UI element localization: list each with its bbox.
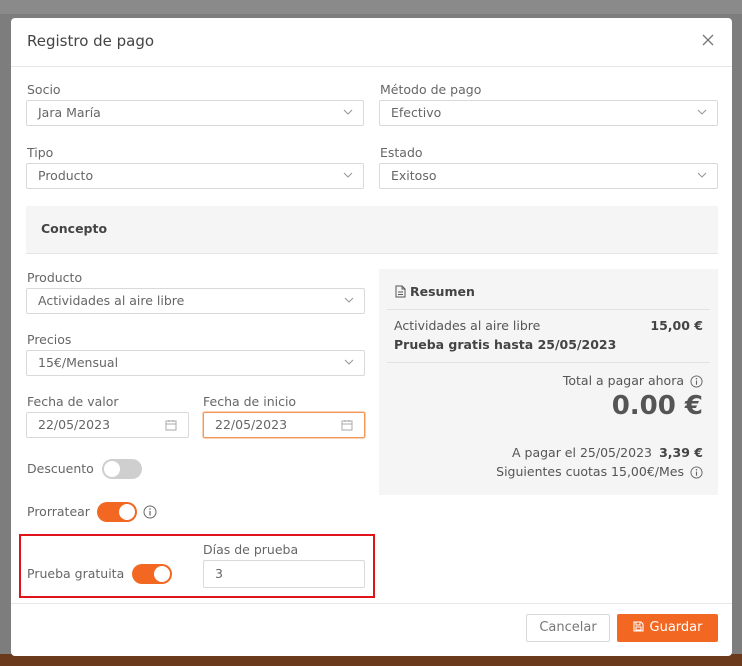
dias-prueba-value: 3 (215, 566, 223, 581)
producto-value: Actividades al aire libre (38, 293, 185, 308)
info-icon[interactable] (690, 466, 703, 479)
fecha-inicio-input[interactable]: 22/05/2023 (203, 412, 365, 438)
prorratear-label: Prorratear (27, 504, 90, 519)
precios-label: Precios (27, 332, 72, 347)
socio-label: Socio (27, 82, 61, 97)
background-toolbar (0, 0, 742, 14)
fecha-valor-value: 22/05/2023 (38, 417, 111, 432)
resumen-title: Resumen (410, 284, 475, 299)
prueba-label: Prueba gratuita (27, 566, 125, 581)
metodo-select[interactable]: Efectivo (379, 100, 718, 126)
fecha-inicio-value: 22/05/2023 (215, 417, 288, 432)
resumen-panel: Resumen Actividades al aire libre 15,00 … (379, 269, 718, 495)
next-fees: Siguientes cuotas 15,00€/Mes (496, 464, 684, 479)
fecha-valor-label: Fecha de valor (27, 394, 119, 409)
toggle-knob (104, 461, 120, 477)
modal-header: Registro de pago (11, 18, 732, 67)
chevron-down-icon (344, 297, 354, 303)
chevron-down-icon (344, 359, 354, 365)
estado-select[interactable]: Exitoso (379, 163, 718, 189)
socio-select[interactable]: Jara María (26, 100, 364, 126)
payment-modal: Registro de pago Socio Jara María Método… (11, 18, 732, 656)
calendar-icon (165, 420, 177, 431)
precios-select[interactable]: 15€/Mensual (26, 350, 365, 376)
cancel-button[interactable]: Cancelar (526, 614, 610, 642)
chevron-down-icon (343, 172, 353, 178)
socio-value: Jara María (38, 105, 101, 120)
divider (387, 309, 710, 310)
divider (387, 362, 710, 363)
pay-date-label: A pagar el 25/05/2023 (511, 445, 652, 460)
save-label: Guardar (649, 620, 703, 635)
resumen-item-price: 15,00 € (650, 318, 703, 333)
total-label: Total a pagar ahora (562, 373, 684, 388)
estado-label: Estado (380, 145, 423, 160)
producto-select[interactable]: Actividades al aire libre (26, 288, 365, 314)
close-icon[interactable] (700, 32, 716, 48)
estado-value: Exitoso (391, 168, 437, 183)
dias-prueba-label: Días de prueba (203, 542, 299, 557)
chevron-down-icon (343, 109, 353, 115)
chevron-down-icon (697, 172, 707, 178)
pay-date-value: 3,39 € (659, 445, 703, 460)
tipo-value: Producto (38, 168, 94, 183)
dias-prueba-input[interactable]: 3 (203, 560, 365, 588)
document-icon (395, 285, 406, 298)
fecha-inicio-label: Fecha de inicio (203, 394, 297, 409)
calendar-icon (341, 420, 353, 431)
total-value: 0.00 € (611, 391, 703, 421)
tipo-select[interactable]: Producto (26, 163, 364, 189)
producto-label: Producto (27, 270, 83, 285)
save-button[interactable]: Guardar (617, 614, 718, 642)
descuento-label: Descuento (27, 461, 94, 476)
fecha-valor-input[interactable]: 22/05/2023 (26, 412, 189, 438)
concepto-title: Concepto (41, 221, 108, 236)
prueba-toggle[interactable] (132, 564, 172, 584)
info-icon[interactable] (143, 505, 157, 519)
save-icon (632, 620, 644, 632)
descuento-toggle[interactable] (102, 459, 142, 479)
modal-title: Registro de pago (27, 32, 155, 50)
precios-value: 15€/Mensual (38, 355, 119, 370)
tipo-label: Tipo (27, 145, 54, 160)
resumen-item-name: Actividades al aire libre (394, 318, 541, 333)
toggle-knob (154, 566, 170, 582)
metodo-value: Efectivo (391, 105, 442, 120)
resumen-trial-note: Prueba gratis hasta 25/05/2023 (394, 337, 617, 352)
concepto-section: Concepto (26, 206, 718, 254)
modal-footer: Cancelar Guardar (11, 603, 732, 656)
metodo-label: Método de pago (380, 82, 482, 97)
toggle-knob (119, 504, 135, 520)
chevron-down-icon (697, 109, 707, 115)
info-icon[interactable] (690, 375, 703, 388)
prorratear-toggle[interactable] (97, 502, 137, 522)
